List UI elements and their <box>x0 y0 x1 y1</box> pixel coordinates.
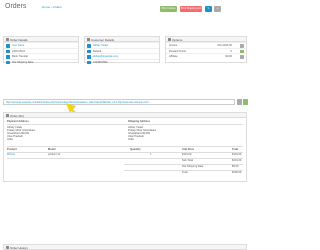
order-history-title: Order History <box>10 246 28 250</box>
gear-icon <box>168 38 171 41</box>
order-info-title: Order (#1) <box>10 114 24 118</box>
print-shipping-button[interactable]: Print Shipping List <box>180 6 202 12</box>
subtotal-value: $101.00 <box>232 159 242 162</box>
shipping-address-heading: Shipping Address <box>128 120 151 123</box>
order-info-header: Order (#1) <box>4 113 246 118</box>
payment-line: India <box>7 137 13 141</box>
column-header-unit-price: Unit Price <box>182 147 195 151</box>
user-icon <box>87 38 90 41</box>
truck-icon <box>6 60 10 64</box>
divider <box>7 124 243 125</box>
product-total: $101.00 <box>232 153 242 156</box>
print-invoice-label: Print Invoice <box>161 7 176 10</box>
info-icon <box>6 114 9 117</box>
product-model: product 11 <box>48 153 61 156</box>
comment-icon <box>6 246 9 249</box>
order-details-panel: Order Details Your Store 24/07/2024 Bank… <box>3 36 79 64</box>
go-button[interactable] <box>243 99 248 105</box>
options-panel: Options Invoice INV-2024-00 Reward Point… <box>165 36 247 63</box>
product-name-link[interactable]: iPhone <box>7 153 15 156</box>
customer-phone-value: 1234567890 <box>93 60 108 64</box>
divider <box>7 151 243 153</box>
shipping-method-row: Flat Shipping Rate <box>4 58 78 64</box>
back-arrow-icon: ↩ <box>216 7 219 10</box>
print-shipping-label: Print Shipping List <box>180 7 202 10</box>
divider <box>7 146 243 147</box>
product-quantity: 1 <box>150 153 152 156</box>
copy-button[interactable] <box>237 99 242 105</box>
column-header-model: Model <box>48 147 56 151</box>
order-history-header: Order History <box>4 245 246 250</box>
option-affiliate-value: $0.00 <box>225 55 233 59</box>
column-header-quantity: Quantity <box>130 147 141 151</box>
shipping-label: Flat Shipping Rate <box>182 165 204 168</box>
option-affiliate-label: Affiliate <box>169 55 178 59</box>
column-header-total: Total <box>232 147 239 151</box>
shipping-line: India <box>128 137 134 141</box>
shipping-value: $5.00 <box>232 165 239 168</box>
order-info-panel: Order (#1) Payment Address Shipping Addr… <box>3 112 247 182</box>
total-label: Total <box>182 171 188 174</box>
minus-icon[interactable] <box>240 55 244 59</box>
payment-address-heading: Payment Address <box>7 120 29 123</box>
product-unit-price: $101.00 <box>182 153 192 156</box>
total-value: $106.00 <box>232 171 242 174</box>
breadcrumb[interactable]: Home › Orders <box>42 5 62 9</box>
order-history-panel: Order History <box>3 244 247 250</box>
shipping-method-value: Flat Shipping Rate <box>12 60 34 64</box>
customer-phone-row: 1234567890 <box>85 58 159 64</box>
pencil-icon: ✎ <box>207 7 210 10</box>
customer-details-panel: Customer Details Abhay Yadav Default abh… <box>84 36 160 64</box>
subtotal-label: Sub-Total <box>182 159 193 162</box>
cart-icon <box>6 38 9 41</box>
back-button[interactable]: ↩ <box>214 6 221 12</box>
option-affiliate-row: Affiliate $0.00 <box>166 53 246 59</box>
print-invoice-button[interactable]: Print Invoice <box>160 6 177 12</box>
url-field[interactable]: http://opencart.example.com/admin/index.… <box>3 99 235 105</box>
page-title: Orders <box>5 3 27 10</box>
edit-button[interactable]: ✎ <box>205 6 212 12</box>
column-header-product: Product <box>7 147 17 151</box>
divider <box>7 157 243 159</box>
phone-icon <box>87 60 91 64</box>
